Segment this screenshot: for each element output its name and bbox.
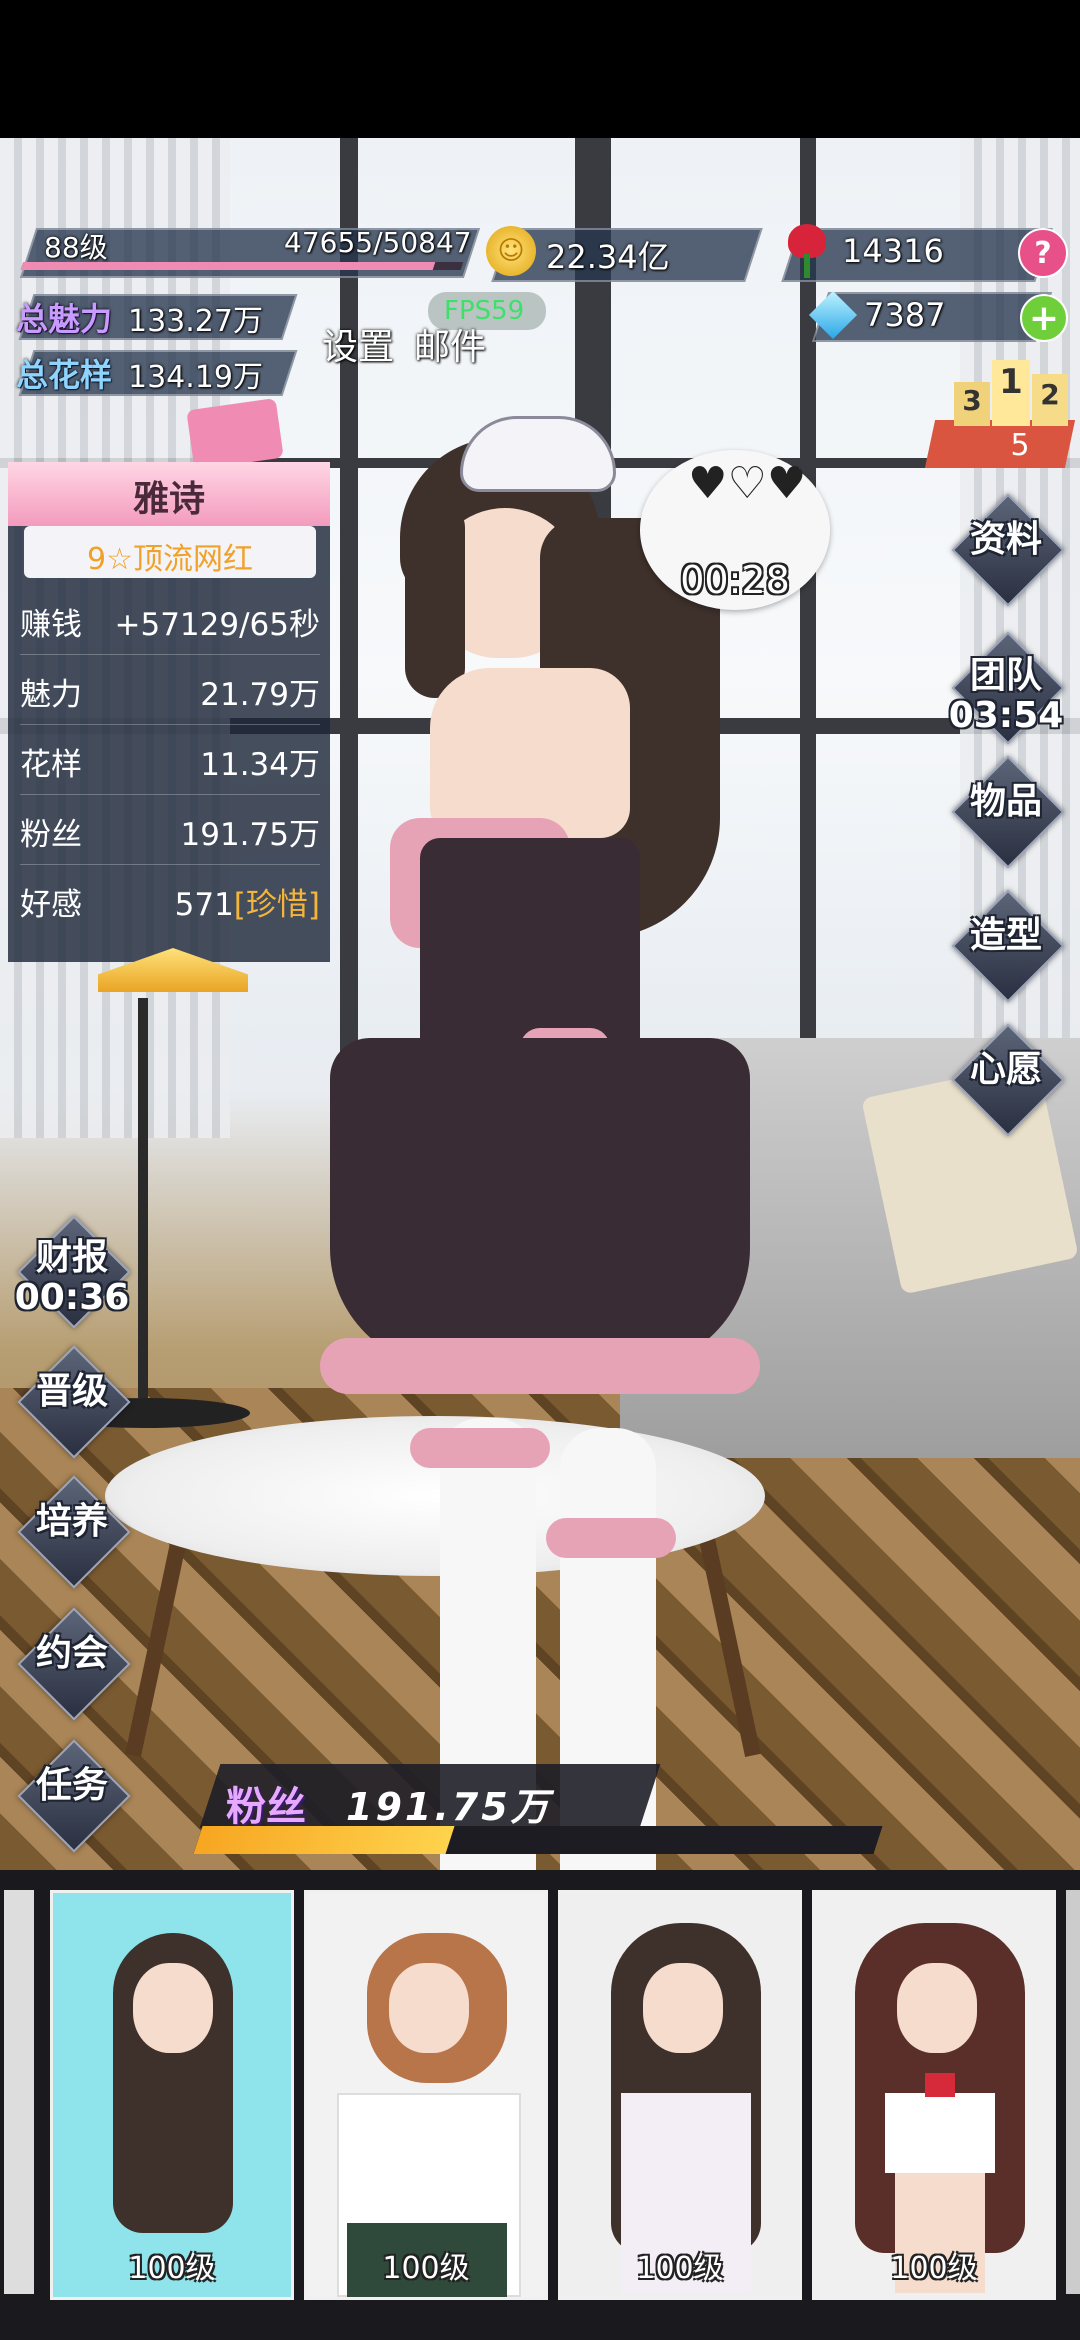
heart-icon: ♥♡♥ [688, 458, 807, 509]
character-card[interactable]: 100级 [558, 1890, 802, 2300]
stat-value: 191.75万 [180, 816, 320, 853]
stat-row-style: 花样 11.34万 [20, 728, 320, 795]
fans-label: 粉丝 [226, 1784, 306, 1830]
stat-label: 粉丝 [20, 816, 82, 853]
train-button[interactable]: 培养 [17, 1475, 131, 1589]
finance-button[interactable]: 财报 00:36 [15, 1215, 131, 1329]
finance-timer: 00:36 [14, 1277, 130, 1318]
character-card[interactable]: 100级 [50, 1890, 294, 2300]
character-title: 9☆顶流网红 [87, 542, 253, 577]
character-card[interactable]: 100级 [812, 1890, 1056, 2300]
character-card-strip: 100级 100级 100级 100级 [0, 1870, 1080, 2340]
stat-row-charm: 魅力 21.79万 [20, 658, 320, 725]
exp-value: 47655/50847 [284, 226, 472, 259]
stat-value: 21.79万 [200, 676, 320, 713]
card-level: 100级 [128, 2251, 216, 2286]
panel-bow [186, 398, 284, 470]
rose-icon [780, 220, 832, 280]
lamp-pole [138, 998, 148, 1398]
mail-button[interactable]: 邮件 [414, 318, 486, 370]
podium-icon[interactable]: 3 1 2 [954, 360, 1074, 426]
stat-label: 花样 [20, 746, 82, 783]
heart-bubble[interactable]: ♥♡♥ 00:28 [640, 450, 830, 610]
affection-tag: [珍惜] [233, 886, 320, 923]
fans-progress-fill [193, 1826, 455, 1854]
items-button[interactable]: 物品 [951, 755, 1065, 869]
card-level: 100级 [382, 2251, 470, 2286]
date-button[interactable]: 约会 [17, 1607, 131, 1721]
team-timer: 03:54 [948, 695, 1064, 736]
styling-button[interactable]: 造型 [951, 889, 1065, 1003]
tasks-button[interactable]: 任务 [17, 1739, 131, 1853]
team-button[interactable]: 团队 03:54 [949, 631, 1065, 745]
card-partial-right[interactable] [1066, 1890, 1080, 2294]
card-level: 100级 [890, 2251, 978, 2286]
heart-timer: 00:28 [680, 558, 790, 602]
card-level: 100级 [636, 2251, 724, 2286]
card-partial-left[interactable] [4, 1890, 34, 2294]
podium-third: 3 [962, 384, 982, 417]
profile-button[interactable]: 资料 [951, 493, 1065, 607]
diamond-amount: 7387 [864, 296, 946, 334]
character-info-panel: 雅诗 9☆顶流网红 赚钱 +57129/65秒 魅力 21.79万 花样 11.… [8, 462, 330, 962]
wish-button[interactable]: 心愿 [951, 1023, 1065, 1137]
total-style-value: 134.19万 [128, 360, 263, 395]
stat-row-affection: 好感 571[珍惜] [20, 868, 320, 934]
stat-row-earn: 赚钱 +57129/65秒 [20, 588, 320, 655]
stat-label: 魅力 [20, 676, 82, 713]
promote-button[interactable]: 晋级 [17, 1345, 131, 1459]
rank-value: 5 [1010, 428, 1030, 463]
stat-value: 11.34万 [200, 746, 320, 783]
stat-value: +57129/65秒 [114, 606, 320, 643]
stat-value: 571 [174, 886, 234, 923]
fans-progress-track [193, 1826, 883, 1854]
rose-amount: 14316 [842, 232, 944, 270]
player-level: 88级 [44, 231, 108, 264]
total-charm-label: 总魅力 [16, 300, 113, 338]
fans-value: 191.75万 [346, 1785, 552, 1829]
diamond-icon [806, 290, 860, 340]
stat-label: 赚钱 [20, 606, 82, 643]
total-style-label: 总花样 [16, 356, 113, 394]
add-diamond-button[interactable]: + [1020, 294, 1068, 342]
total-charm-value: 133.27万 [128, 304, 263, 339]
character-card[interactable]: 100级 [304, 1890, 548, 2300]
settings-button[interactable]: 设置 [322, 318, 394, 370]
gold-coin-icon: ☺ [486, 226, 536, 276]
character-name: 雅诗 [132, 479, 205, 520]
stat-row-fans: 粉丝 191.75万 [20, 798, 320, 865]
help-icon[interactable]: ? [1018, 228, 1068, 278]
room-background [0, 138, 1080, 1870]
stat-label: 好感 [20, 886, 82, 923]
podium-first: 1 [999, 362, 1023, 402]
podium-second: 2 [1040, 378, 1060, 411]
character-portrait[interactable] [310, 416, 790, 1870]
gold-amount: 22.34亿 [546, 238, 670, 276]
